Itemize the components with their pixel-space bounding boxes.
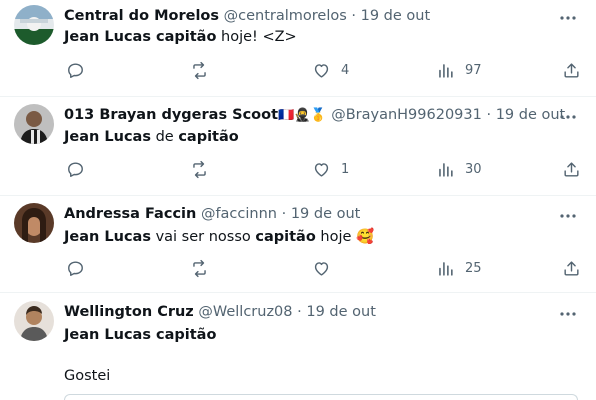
views-button[interactable]: 25 [436, 257, 482, 279]
share-icon [564, 62, 579, 78]
tweet-actions: 25 [0, 257, 596, 279]
username[interactable]: @BrayanH99620931 [331, 107, 482, 123]
more-options-icon[interactable] [558, 206, 578, 226]
heart-icon [314, 261, 329, 276]
avatar[interactable] [14, 104, 54, 144]
share-icon [564, 260, 579, 276]
separator: · [297, 304, 302, 320]
avatar[interactable] [14, 203, 54, 243]
text-part: Jean Lucas [64, 129, 151, 145]
views-count: 97 [465, 62, 482, 78]
smiling-face-emoji: 🥰 [356, 229, 375, 245]
username[interactable]: @Wellcruz08 [198, 304, 292, 320]
like-count: 1 [341, 161, 350, 177]
text-part: capitão [255, 229, 316, 245]
display-name[interactable]: Central do Morelos [64, 8, 219, 24]
display-name[interactable]: Wellington Cruz [64, 304, 194, 320]
reply-text: Gostei [64, 368, 111, 384]
reply-icon [68, 161, 83, 177]
like-count: 4 [341, 62, 350, 78]
views-button[interactable]: 30 [436, 158, 482, 180]
tweet-actions: 1 30 [0, 158, 596, 180]
share-button[interactable] [562, 59, 581, 81]
like-button[interactable]: 4 [312, 59, 349, 81]
reply-icon [68, 260, 83, 276]
retweet-button[interactable] [190, 257, 219, 279]
more-options-icon[interactable] [558, 8, 578, 28]
retweet-button[interactable] [190, 59, 219, 81]
retweet-icon [193, 61, 206, 79]
analytics-icon [439, 162, 453, 177]
text-part: de [150, 129, 179, 145]
text-part: hoje! <Z> [216, 29, 297, 45]
username[interactable]: @centralmorelos [224, 8, 347, 24]
display-name[interactable]: 013 Brayan dygeras Scoot [64, 107, 278, 123]
tweet-text: Jean Lucas de capitão [64, 127, 239, 147]
tweet-header: Central do Morelos @centralmorelos · 19 … [64, 6, 430, 26]
reply-icon [68, 62, 83, 78]
analytics-icon [439, 261, 453, 276]
tweet-1[interactable]: Central do Morelos @centralmorelos · 19 … [0, 0, 596, 96]
text-part: vai ser nosso [150, 229, 256, 245]
heart-icon [314, 63, 329, 78]
share-button[interactable] [562, 257, 581, 279]
name-emojis: 🇫🇷🥷🥇 [278, 108, 327, 123]
tweet-header: 013 Brayan dygeras Scoot🇫🇷🥷🥇 @BrayanH996… [64, 105, 565, 126]
more-options-icon[interactable] [558, 107, 578, 127]
separator: · [351, 8, 357, 24]
more-options-icon[interactable] [558, 304, 578, 324]
heart-icon [314, 162, 329, 177]
tweet-text: Jean Lucas capitão hoje! <Z> [64, 27, 297, 47]
analytics-icon [439, 63, 453, 78]
tweet-text: Jean Lucas capitão [64, 325, 216, 345]
reply-button[interactable] [66, 257, 95, 279]
tweet-text: Jean Lucas vai ser nosso capitão hoje 🥰 [64, 227, 374, 247]
retweet-icon [193, 259, 206, 277]
text-part: hoje [315, 229, 357, 245]
separator: · [281, 206, 287, 222]
text-part: capitão [178, 129, 239, 145]
separator: · [486, 107, 492, 123]
reply-button[interactable] [66, 158, 95, 180]
username[interactable]: @faccinnn [201, 206, 277, 222]
views-button[interactable]: 97 [436, 59, 482, 81]
text-part: Jean Lucas [64, 229, 151, 245]
retweet-button[interactable] [190, 158, 219, 180]
retweet-icon [193, 160, 206, 178]
text-part: capitão [156, 29, 217, 45]
views-count: 25 [465, 260, 482, 276]
share-icon [564, 161, 579, 177]
tweet-header: Andressa Faccin @faccinnn · 19 de out [64, 204, 360, 224]
timestamp[interactable]: 19 de out [306, 304, 376, 320]
like-button[interactable] [312, 257, 341, 279]
tweet-header: Wellington Cruz @Wellcruz08 · 19 de out [64, 302, 376, 322]
text-part: Jean Lucas [64, 29, 157, 45]
like-button[interactable]: 1 [312, 158, 349, 180]
display-name[interactable]: Andressa Faccin [64, 206, 196, 222]
tweet-3[interactable]: Andressa Faccin @faccinnn · 19 de out Je… [0, 196, 596, 292]
text-part: Jean Lucas capitão [64, 327, 217, 343]
avatar[interactable] [14, 301, 54, 341]
timestamp[interactable]: 19 de out [291, 206, 361, 222]
timestamp[interactable]: 19 de out [361, 8, 431, 24]
tweet-2[interactable]: 013 Brayan dygeras Scoot🇫🇷🥷🥇 @BrayanH996… [0, 97, 596, 195]
tweet-actions: 4 97 [0, 59, 596, 81]
views-count: 30 [465, 161, 482, 177]
share-button[interactable] [562, 158, 581, 180]
timestamp[interactable]: 19 de out [496, 107, 566, 123]
avatar[interactable] [14, 5, 54, 45]
reply-input-box[interactable] [64, 394, 578, 400]
reply-button[interactable] [66, 59, 95, 81]
